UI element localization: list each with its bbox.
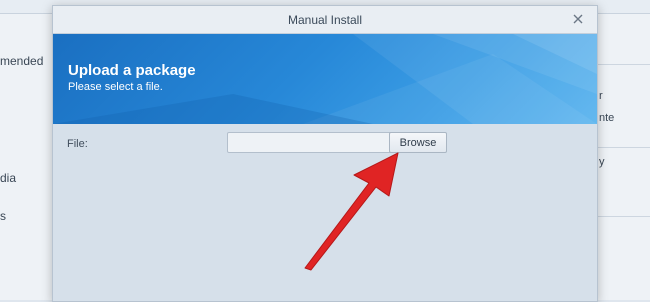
banner-subtitle: Please select a file.	[68, 81, 163, 93]
dialog-title: Manual Install	[287, 13, 363, 27]
divider	[597, 216, 650, 217]
bg-left-item[interactable]: s	[0, 209, 6, 223]
manual-install-dialog: Manual Install Upload a package Please s…	[52, 5, 598, 302]
bg-left-item[interactable]: dia	[0, 171, 16, 185]
bg-right-item[interactable]: nte	[599, 112, 614, 124]
bg-left-item[interactable]: mended	[0, 54, 43, 68]
background-right-panel: r nte y	[596, 14, 650, 300]
close-icon[interactable]	[571, 12, 585, 26]
banner-title: Upload a package	[68, 62, 196, 79]
divider	[597, 147, 650, 148]
bg-right-item[interactable]: y	[599, 156, 605, 168]
banner-decoration	[53, 34, 597, 124]
file-label: File:	[67, 138, 88, 150]
bg-right-item[interactable]: r	[599, 90, 603, 102]
file-path-input[interactable]	[227, 132, 393, 153]
browse-button[interactable]: Browse	[389, 132, 447, 153]
dialog-banner: Upload a package Please select a file.	[53, 34, 597, 124]
divider	[597, 64, 650, 65]
background-left-panel: mended dia s	[0, 14, 53, 300]
dialog-titlebar[interactable]: Manual Install	[53, 6, 597, 34]
